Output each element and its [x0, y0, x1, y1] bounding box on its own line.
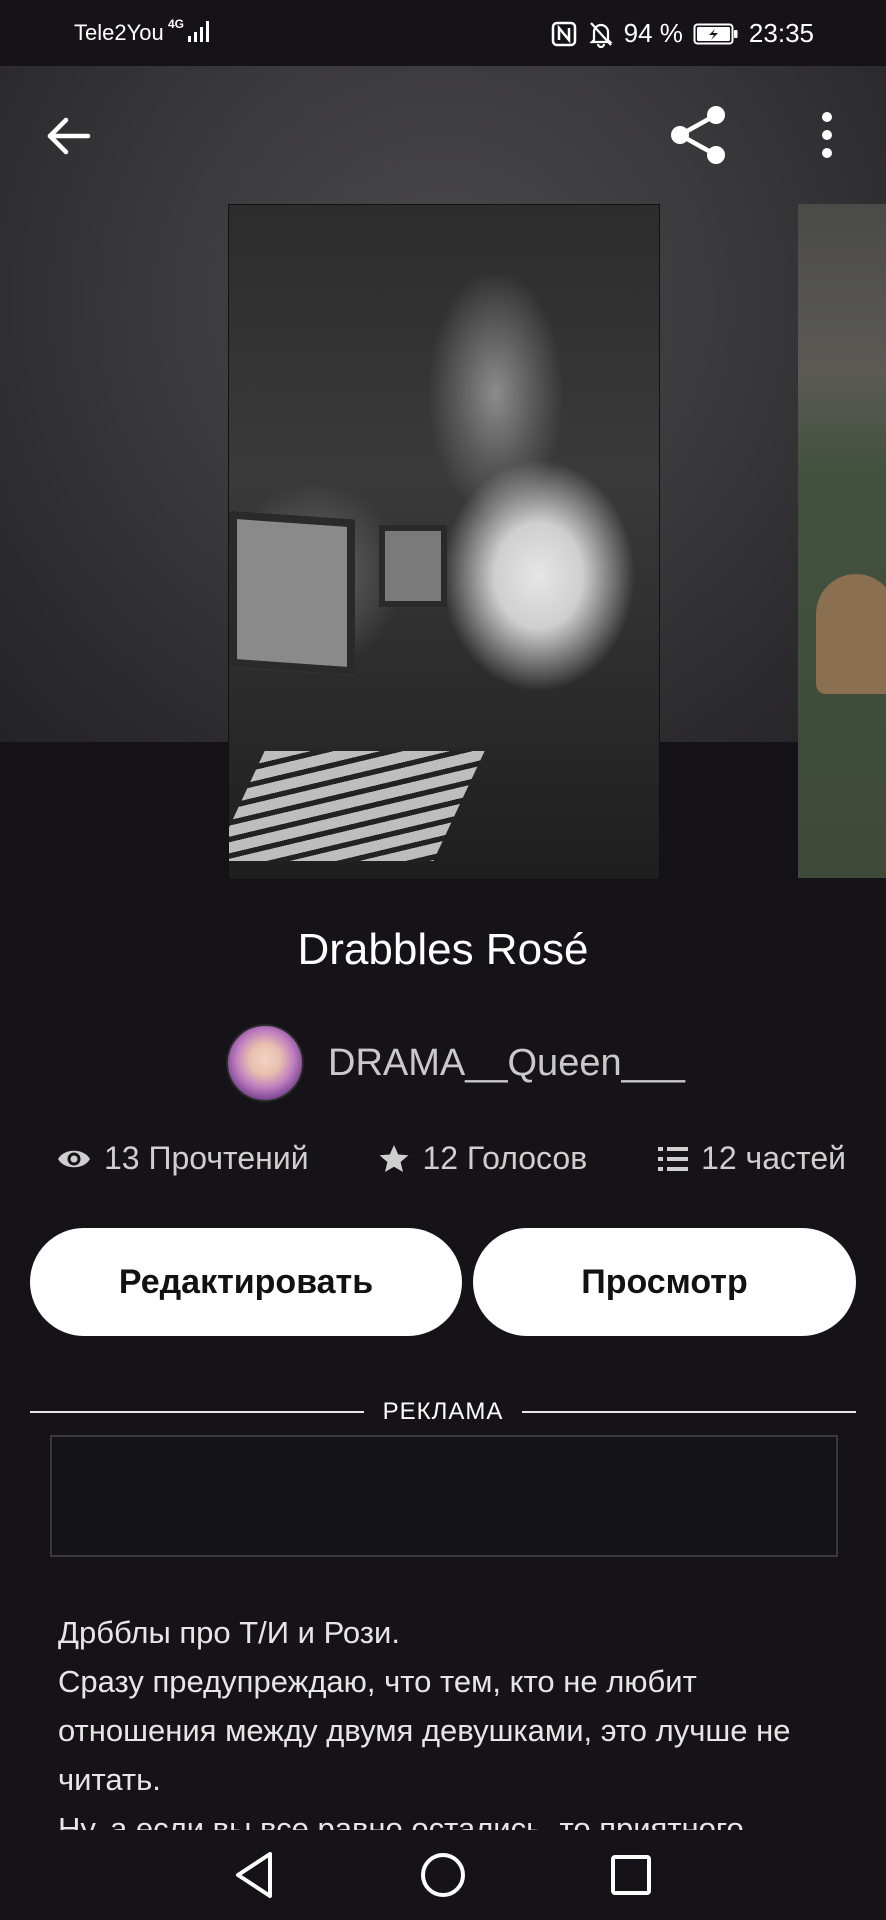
star-icon — [379, 1144, 409, 1172]
battery-percent: 94 % — [623, 18, 683, 48]
nfc-icon — [551, 21, 576, 46]
status-right: 94 % 23:35 — [550, 18, 814, 49]
book-stats: 13 Прочтений 12 Голосов 12 частей — [56, 1140, 846, 1177]
nav-recents-icon[interactable] — [606, 1848, 656, 1902]
preview-button[interactable]: Просмотр — [473, 1228, 856, 1336]
book-cover-image[interactable] — [228, 204, 660, 880]
author-link[interactable]: DRAMA__Queen___ — [226, 1024, 685, 1102]
back-arrow-icon[interactable] — [44, 112, 92, 160]
nav-home-icon[interactable] — [418, 1848, 468, 1902]
carrier-name: Tele2You — [74, 20, 164, 45]
ad-banner[interactable] — [50, 1435, 838, 1557]
share-icon[interactable] — [666, 103, 730, 167]
eye-icon — [58, 1150, 90, 1167]
description-line: Дрбблы про Т/И и Рози. — [58, 1615, 400, 1650]
description-line: Сразу предупреждаю, что тем, кто не люби… — [58, 1664, 791, 1797]
next-cover-image[interactable] — [798, 204, 886, 878]
battery-charging-icon — [693, 23, 738, 44]
book-description: Дрбблы про Т/И и Рози. Сразу предупрежда… — [58, 1608, 848, 1830]
book-title: Drabbles Rosé — [297, 925, 589, 974]
votes-count: 12 Голосов — [422, 1140, 588, 1176]
cover-detail-frame-small — [379, 525, 447, 607]
reads-count: 13 Прочтений — [104, 1140, 309, 1176]
parts-count: 12 частей — [701, 1140, 846, 1176]
cover-detail-frame — [229, 510, 355, 676]
description-line: Ну, а если вы все равно остались, то при… — [58, 1811, 744, 1830]
more-vertical-icon[interactable] — [812, 110, 842, 160]
author-name[interactable]: DRAMA__Queen___ — [328, 1042, 685, 1085]
cover-detail-person — [816, 574, 886, 694]
stat-votes: 12 Голосов — [378, 1140, 587, 1177]
status-bar: Tele2You 4G 94 % 23:35 — [0, 0, 886, 66]
ad-label: РЕКЛАМА — [382, 1398, 504, 1425]
nav-back-icon[interactable] — [230, 1848, 280, 1902]
cover-detail-piano-keys — [229, 751, 485, 861]
system-nav-bar — [0, 1830, 886, 1920]
edit-button[interactable]: Редактировать — [30, 1228, 462, 1336]
bell-off-icon — [589, 21, 613, 48]
list-icon — [658, 1146, 689, 1171]
stat-reads: 13 Прочтений — [56, 1140, 309, 1177]
signal-icon — [188, 21, 209, 42]
clock: 23:35 — [748, 18, 814, 48]
avatar[interactable] — [226, 1024, 304, 1102]
stat-parts: 12 частей — [657, 1140, 846, 1177]
network-type: 4G — [168, 17, 185, 31]
